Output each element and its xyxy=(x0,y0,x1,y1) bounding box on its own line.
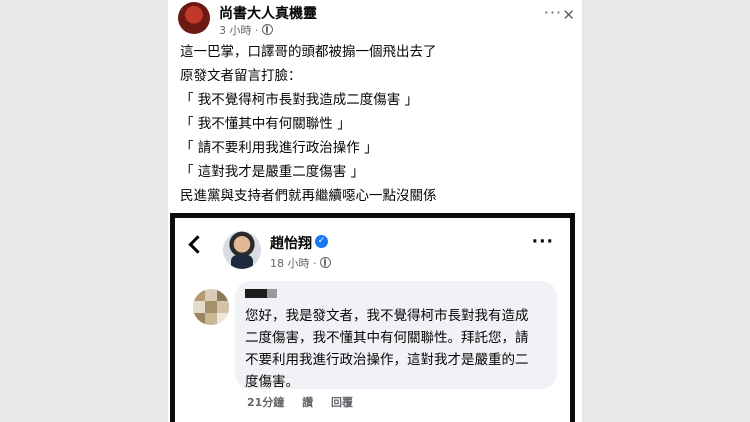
post-timestamp[interactable]: 3 小時 · xyxy=(219,22,273,38)
post-line: 原發文者留言打臉： xyxy=(180,68,302,84)
redacted-name-block xyxy=(245,289,267,298)
embedded-timestamp[interactable]: 18 小時 · xyxy=(270,255,331,271)
post-line: 「 我不懂其中有何關聯性 」 xyxy=(180,116,351,132)
comment-line: 不要利用我進行政治操作，這對我才是嚴重的二 xyxy=(245,352,529,368)
verified-badge-icon: ✓ xyxy=(315,235,328,248)
globe-icon xyxy=(261,24,273,35)
comment-time[interactable]: 21分鐘 xyxy=(247,396,284,409)
comment-bubble: 您好，我是發文者，我不覺得柯市長對我有造成 二度傷害，我不懂其中有何關聯性。拜託… xyxy=(235,281,557,390)
reply-button[interactable]: 回覆 xyxy=(331,396,353,409)
globe-icon xyxy=(319,257,331,268)
post-line: 民進黨與支持者們就再繼續噁心一點沒關係 xyxy=(180,188,437,204)
embedded-screenshot: 趙怡翔 ✓ 18 小時 · ··· 您好，我是發文者，我不覺得柯市長對我有造成 … xyxy=(170,213,575,422)
comment-line: 度傷害。 xyxy=(245,374,299,390)
more-options-icon[interactable]: ··· xyxy=(544,5,562,21)
comment-line: 二度傷害，我不懂其中有何關聯性。拜託您，請 xyxy=(245,330,529,346)
comment-actions: 21分鐘 讚 回覆 xyxy=(247,394,367,410)
embedded-author-name[interactable]: 趙怡翔 xyxy=(270,233,312,253)
post-header: 尚書大人真機靈 3 小時 · ··· ✕ xyxy=(178,2,575,38)
more-options-icon[interactable]: ··· xyxy=(532,234,554,251)
post-author-name[interactable]: 尚書大人真機靈 xyxy=(219,3,317,23)
redacted-name-block xyxy=(267,289,277,298)
embedded-post: 趙怡翔 ✓ 18 小時 · ··· 您好，我是發文者，我不覺得柯市長對我有造成 … xyxy=(175,218,570,422)
author-avatar[interactable] xyxy=(178,2,210,34)
profile-avatar[interactable] xyxy=(223,231,261,269)
post-body: 這一巴掌，口譯哥的頭都被搧一個飛出去了 原發文者留言打臉： 「 我不覺得柯市長對… xyxy=(180,40,576,208)
comment-text: 您好，我是發文者，我不覺得柯市長對我有造成 二度傷害，我不懂其中有何關聯性。拜託… xyxy=(245,305,555,393)
post-line: 「 請不要利用我進行政治操作 」 xyxy=(180,140,378,156)
back-arrow-icon[interactable] xyxy=(188,235,207,254)
embedded-time-text: 18 小時 · xyxy=(270,257,317,270)
close-icon[interactable]: ✕ xyxy=(562,6,575,24)
comment-line: 您好，我是發文者，我不覺得柯市長對我有造成 xyxy=(245,308,529,324)
post-time-text: 3 小時 · xyxy=(219,24,259,37)
commenter-avatar-mosaic[interactable] xyxy=(193,289,229,325)
post-line: 這一巴掌，口譯哥的頭都被搧一個飛出去了 xyxy=(180,44,437,60)
like-button[interactable]: 讚 xyxy=(302,396,313,409)
post-line: 「 我不覺得柯市長對我造成二度傷害 」 xyxy=(180,92,419,108)
post-line: 「 這對我才是嚴重二度傷害 」 xyxy=(180,164,365,180)
